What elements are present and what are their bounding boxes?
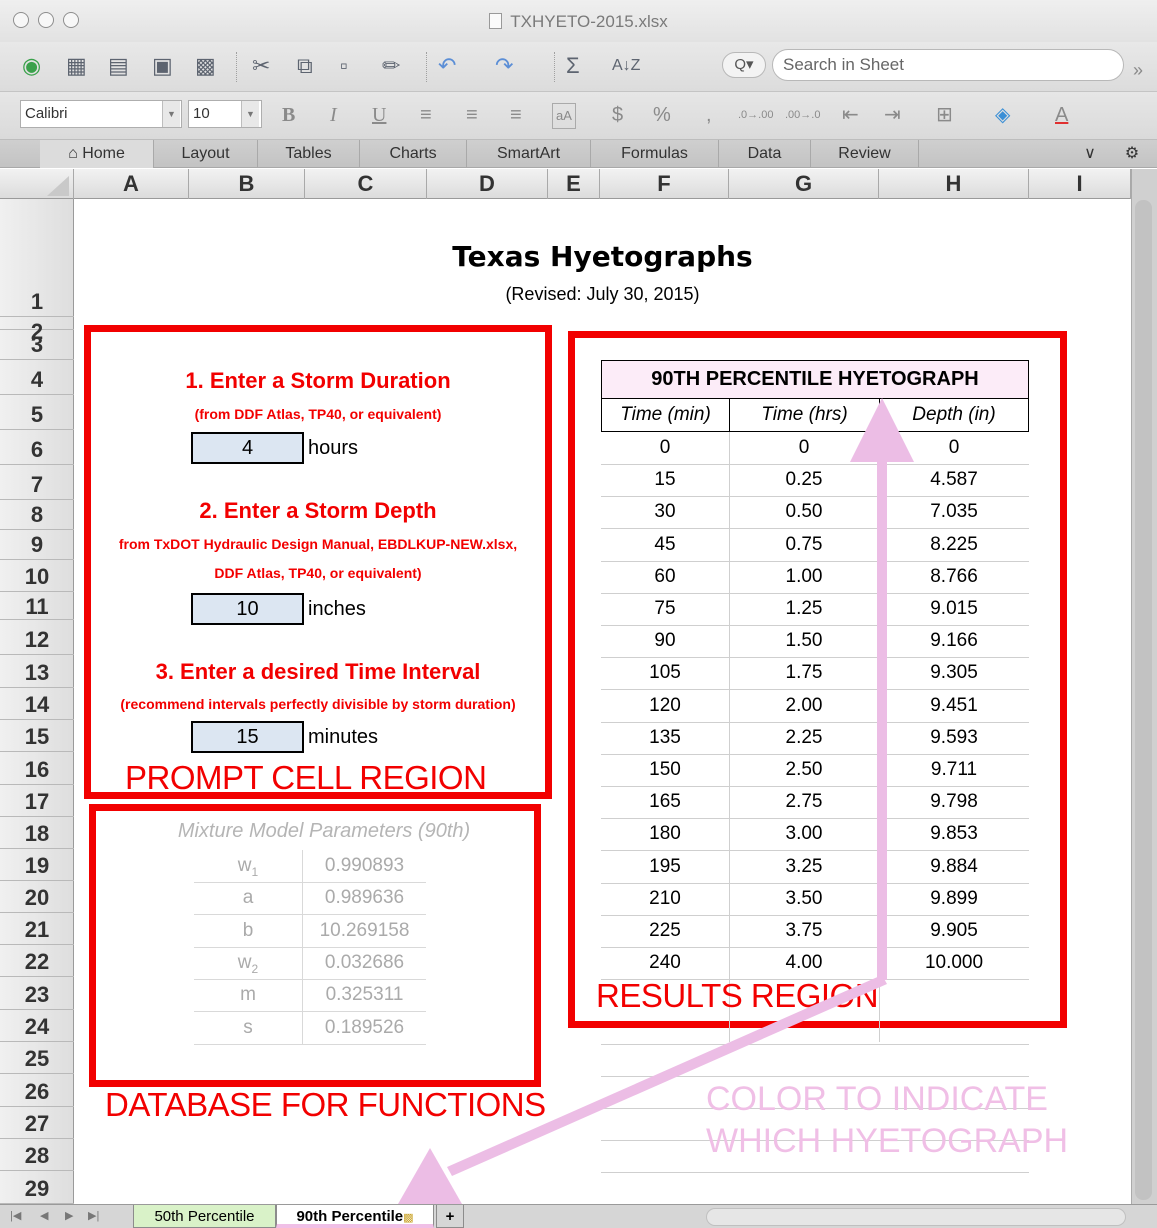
down-arrow-head [398,1148,462,1204]
up-arrow-head [850,398,914,462]
next-sheet-icon[interactable]: ▶ [65,1209,73,1222]
diagonal-arrow-shaft [447,975,887,1176]
first-sheet-icon[interactable]: |◀ [10,1209,21,1222]
lock-icon: ▩ [403,1212,414,1224]
sheet-tab-50th[interactable]: 50th Percentile [133,1205,276,1228]
vertical-arrow-shaft [877,450,887,980]
prev-sheet-icon[interactable]: ◀ [40,1209,48,1222]
last-sheet-icon[interactable]: ▶| [88,1209,99,1222]
sheet-tab-90th[interactable]: 90th Percentile▩ [276,1205,434,1228]
add-sheet-button[interactable]: + [436,1205,464,1228]
horizontal-scrollbar[interactable] [706,1208,1126,1226]
annotation-arrows [398,398,914,1204]
